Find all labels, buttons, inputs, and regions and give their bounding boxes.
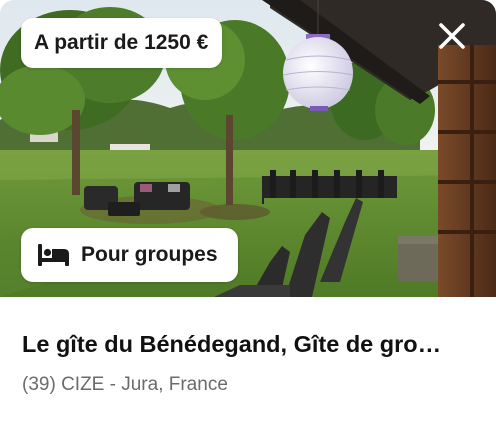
bed-icon <box>38 244 69 266</box>
group-tag-badge: Pour groupes <box>21 228 238 282</box>
price-label: A partir de 1250 € <box>34 31 209 54</box>
close-icon <box>439 23 465 49</box>
listing-info: Le gîte du Bénédegand, Gîte de gro… (39)… <box>0 329 496 397</box>
listing-location: (39) CIZE - Jura, France <box>22 374 228 395</box>
listing-title[interactable]: Le gîte du Bénédegand, Gîte de gro… <box>22 329 474 359</box>
listing-photo[interactable]: A partir de 1250 € Pour groupes <box>0 0 496 297</box>
close-button[interactable] <box>436 20 468 52</box>
group-tag-label: Pour groupes <box>81 243 218 266</box>
listing-card[interactable]: A partir de 1250 € Pour groupes Le gîte … <box>0 0 496 428</box>
price-badge: A partir de 1250 € <box>21 18 223 68</box>
